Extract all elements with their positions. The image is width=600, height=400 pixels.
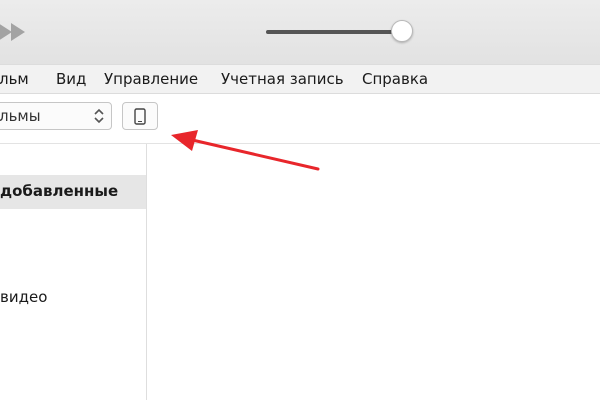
- menu-item-account[interactable]: Учетная запись: [221, 70, 344, 88]
- media-kind-select[interactable]: льмы: [0, 102, 112, 130]
- volume-slider-knob[interactable]: [390, 20, 413, 42]
- player-toolbar: [0, 0, 600, 64]
- sidebar-item-label: видео: [0, 288, 48, 306]
- menu-item-view[interactable]: Вид: [56, 70, 86, 88]
- sidebar-item-label: добавленные: [0, 182, 119, 200]
- menu-item-film[interactable]: льм: [0, 70, 29, 88]
- chevron-up-down-icon: [94, 108, 104, 124]
- menu-bar: льм Вид Управление Учетная запись Справк…: [0, 64, 600, 94]
- library-sidebar: добавленные видео: [0, 144, 147, 400]
- menu-item-help[interactable]: Справка: [362, 70, 428, 88]
- volume-slider[interactable]: [266, 30, 406, 34]
- itunes-window: льм Вид Управление Учетная запись Справк…: [0, 0, 600, 400]
- sidebar-item-recently-added[interactable]: добавленные: [0, 175, 146, 209]
- sidebar-item-home-videos[interactable]: видео: [0, 281, 146, 315]
- menu-item-controls[interactable]: Управление: [104, 70, 198, 88]
- main-content: [147, 144, 600, 400]
- library-toolbar: льмы: [0, 94, 600, 144]
- phone-device-icon: [134, 108, 146, 125]
- device-button[interactable]: [122, 102, 158, 130]
- fast-forward-icon[interactable]: [0, 21, 30, 43]
- volume-slider-fill: [266, 30, 402, 34]
- media-kind-select-value: льмы: [0, 107, 41, 125]
